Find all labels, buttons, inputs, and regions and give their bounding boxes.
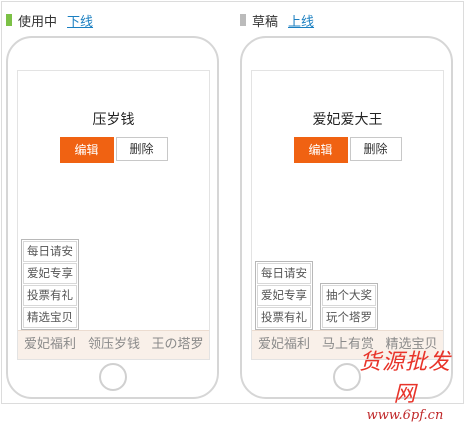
- status-marker-icon: [6, 14, 12, 26]
- delete-button[interactable]: 删除: [115, 137, 168, 161]
- action-row: 编辑 删除: [252, 137, 443, 163]
- submenu-item[interactable]: 每日请安: [257, 263, 311, 284]
- account-title: 压岁钱: [92, 112, 135, 128]
- status-label: 使用中: [18, 14, 58, 30]
- status-bar-draft: 草稿 上线: [240, 10, 314, 30]
- menu-item[interactable]: 王の塔罗: [146, 331, 209, 359]
- submenu-popup: 每日请安 爱妃专享 投票有礼: [255, 261, 313, 335]
- action-row: 编辑 删除: [18, 137, 209, 163]
- submenu-item[interactable]: 爱妃专享: [257, 285, 311, 306]
- menu-item[interactable]: 领压岁钱: [82, 331, 146, 359]
- edit-button[interactable]: 编辑: [293, 137, 348, 163]
- delete-button[interactable]: 删除: [349, 137, 402, 161]
- phone-screen: 爱妃爱大王 编辑 删除 每日请安 爱妃专享 投票有礼 抽个大奖 玩个塔罗 爱妃福…: [251, 70, 444, 360]
- status-bar-active: 使用中 下线: [6, 10, 93, 30]
- submenu-popup: 抽个大奖 玩个塔罗: [320, 283, 378, 335]
- watermark-url: www.6pf.cn: [366, 408, 444, 423]
- watermark-text: 货源批发网: [358, 350, 451, 407]
- submenu-item[interactable]: 玩个塔罗: [322, 307, 376, 328]
- account-title: 爱妃爱大王: [312, 112, 383, 128]
- watermark-logo: 货源批发网 www.6pf.cn: [350, 344, 460, 423]
- menu-item[interactable]: 爱妃福利: [252, 331, 316, 359]
- submenu-item[interactable]: 爱妃专享: [23, 263, 77, 284]
- home-button-icon: [98, 363, 127, 391]
- status-label: 草稿: [252, 14, 279, 30]
- submenu-item[interactable]: 精选宝贝: [23, 307, 77, 328]
- phone-screen: 压岁钱 编辑 删除 每日请安 爱妃专享 投票有礼 精选宝贝 爱妃福利 领压岁钱 …: [17, 70, 210, 360]
- custom-menu-bar: 爱妃福利 领压岁钱 王の塔罗: [18, 330, 209, 359]
- panel-active: 使用中 下线 压岁钱 编辑 删除 每日请安 爱妃专享 投票有礼 精选宝贝 爱妃福…: [6, 6, 226, 401]
- submenu-item[interactable]: 投票有礼: [23, 285, 77, 306]
- submenu-item[interactable]: 抽个大奖: [322, 285, 376, 306]
- submenu-item[interactable]: 每日请安: [23, 241, 77, 262]
- submenu-popup: 每日请安 爱妃专享 投票有礼 精选宝贝: [21, 239, 79, 335]
- menu-item[interactable]: 爱妃福利: [18, 331, 82, 359]
- online-link[interactable]: 上线: [288, 11, 314, 30]
- edit-button[interactable]: 编辑: [59, 137, 114, 163]
- offline-link[interactable]: 下线: [67, 11, 93, 30]
- panel-draft: 草稿 上线 爱妃爱大王 编辑 删除 每日请安 爱妃专享 投票有礼 抽个大奖 玩个…: [240, 6, 460, 401]
- phone-preview: 压岁钱 编辑 删除 每日请安 爱妃专享 投票有礼 精选宝贝 爱妃福利 领压岁钱 …: [6, 36, 219, 399]
- submenu-item[interactable]: 投票有礼: [257, 307, 311, 328]
- status-marker-icon: [240, 14, 246, 26]
